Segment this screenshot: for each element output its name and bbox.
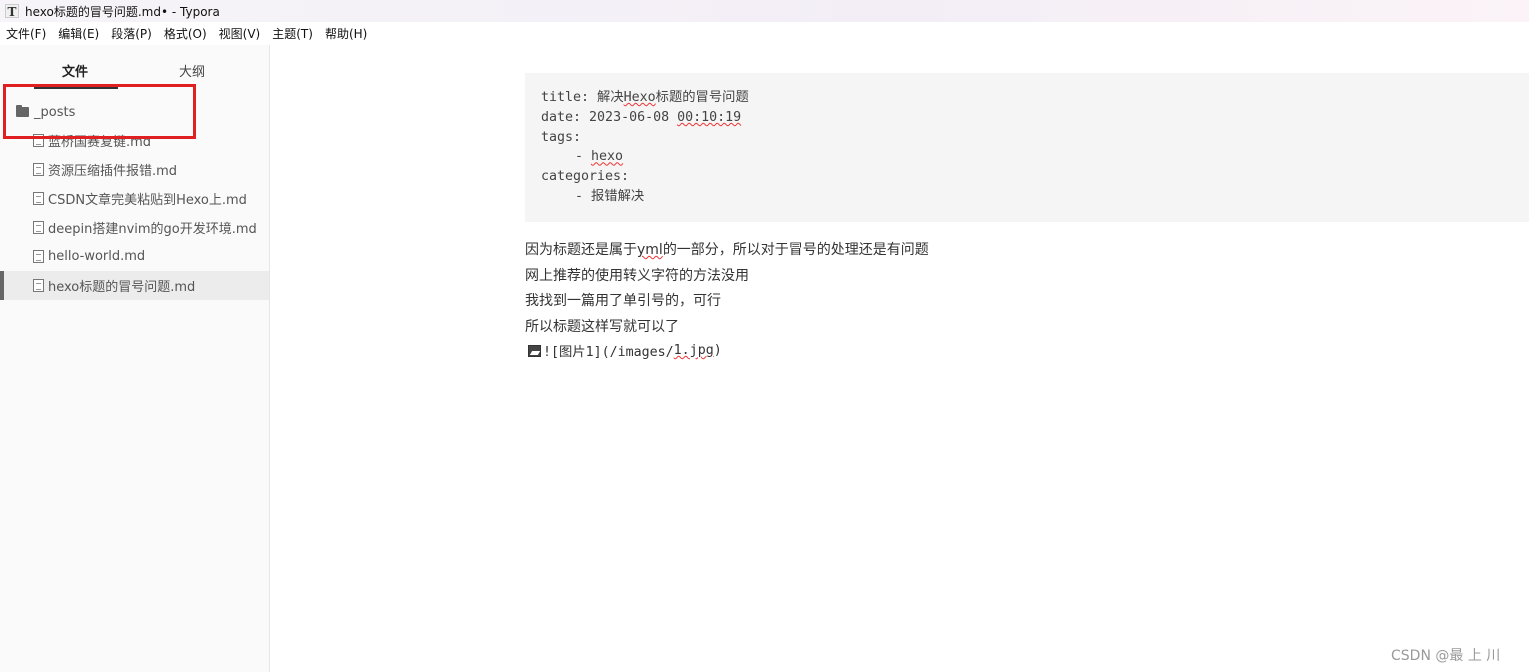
file-list: 蓝桥国赛复键.md 资源压缩插件报错.md CSDN文章完美粘贴到Hexo上.m… <box>0 126 269 300</box>
title-bar: T hexo标题的冒号问题.md• - Typora <box>0 0 1529 22</box>
file-label: deepin搭建nvim的go开发环境.md <box>48 222 257 237</box>
editor-body[interactable]: 因为标题还是属于yml的一部分，所以对于冒号的处理还是有问题 网上推荐的使用转义… <box>525 238 929 340</box>
p1-post: 的一部分，所以对于冒号的处理还是有问题 <box>662 242 929 258</box>
menu-bar: 文件(F) 编辑(E) 段落(P) 格式(O) 视图(V) 主题(T) 帮助(H… <box>0 22 1529 45</box>
fm-category-value: 报错解决 <box>591 188 645 204</box>
file-icon <box>33 163 44 176</box>
red-highlight-box <box>3 84 196 139</box>
tab-outline[interactable]: 大纲 <box>179 61 205 80</box>
file-icon <box>33 192 44 205</box>
paragraph-3: 我找到一篇用了单引号的，可行 <box>525 293 721 309</box>
fm-date-key: date: <box>541 109 590 125</box>
fm-category-item: - 报错解决 <box>541 187 1529 207</box>
fm-title-pre: 解决 <box>597 90 624 105</box>
fm-title-word: Hexo <box>623 90 656 105</box>
sidebar-tabs: 文件 大纲 <box>0 45 269 89</box>
image-md-file: 1.jpg <box>673 343 714 358</box>
file-label: hello-world.md <box>48 249 146 264</box>
fm-date-time: 00:10:19 <box>677 109 742 125</box>
file-item[interactable]: deepin搭建nvim的go开发环境.md <box>0 213 269 242</box>
csdn-watermark: CSDN @最 上 川 <box>1391 648 1501 664</box>
fm-tag-dash: - <box>575 149 592 165</box>
fm-date-line: date: 2023-06-08 00:10:19 <box>541 108 1529 128</box>
p1-word: yml <box>637 242 663 258</box>
menu-theme[interactable]: 主题(T) <box>272 25 313 42</box>
file-item-active[interactable]: hexo标题的冒号问题.md <box>0 271 269 300</box>
fm-tag-item: - hexo <box>541 147 1529 167</box>
fm-title-post: 标题的冒号问题 <box>655 90 749 105</box>
image-markdown-line[interactable]: ![图片1](/images/1.jpg) <box>528 341 722 360</box>
menu-paragraph[interactable]: 段落(P) <box>111 25 152 42</box>
file-icon <box>33 279 44 292</box>
menu-edit[interactable]: 编辑(E) <box>58 25 99 42</box>
window-title: hexo标题的冒号问题.md• - Typora <box>25 4 220 19</box>
paragraph-4: 所以标题这样写就可以了 <box>525 318 679 335</box>
fm-categories-line: categories: <box>541 169 630 185</box>
file-icon <box>33 221 44 234</box>
yaml-front-matter-block[interactable]: title: 解决Hexo标题的冒号问题 date: 2023-06-08 00… <box>525 73 1529 222</box>
menu-file[interactable]: 文件(F) <box>6 25 46 42</box>
fm-tags-line: tags: <box>541 129 582 145</box>
fm-title-key: title: <box>541 90 598 105</box>
menu-format[interactable]: 格式(O) <box>164 25 207 42</box>
image-md-pre: ![图片1](/images/ <box>543 345 674 360</box>
fm-category-dash: - <box>575 188 592 204</box>
p1-pre: 因为标题还是属于 <box>525 242 637 258</box>
file-item[interactable]: hello-world.md <box>0 242 269 271</box>
fm-tag-value: hexo <box>591 149 624 165</box>
fm-title-line: title: 解决Hexo标题的冒号问题 <box>541 88 1529 108</box>
file-item[interactable]: 资源压缩插件报错.md <box>0 155 269 184</box>
file-label: CSDN文章完美粘贴到Hexo上.md <box>48 193 247 208</box>
paragraph-2: 网上推荐的使用转义字符的方法没用 <box>525 267 749 284</box>
file-item[interactable]: CSDN文章完美粘贴到Hexo上.md <box>0 184 269 213</box>
file-icon <box>33 250 44 263</box>
file-label: hexo标题的冒号问题.md <box>48 280 196 295</box>
image-md-post: ) <box>713 343 722 358</box>
file-label: 资源压缩插件报错.md <box>48 164 178 179</box>
menu-help[interactable]: 帮助(H) <box>325 25 367 42</box>
menu-view[interactable]: 视图(V) <box>219 25 261 42</box>
typora-app-icon: T <box>5 4 19 19</box>
tab-files[interactable]: 文件 <box>62 61 88 80</box>
broken-image-icon <box>528 344 541 357</box>
paragraph-1: 因为标题还是属于yml的一部分，所以对于冒号的处理还是有问题 <box>525 238 929 264</box>
sidebar: 文件 大纲 _posts 蓝桥国赛复键.md 资源压缩插件报错.md CSDN文… <box>0 45 270 672</box>
fm-date-day: 2023-06-08 <box>589 109 678 125</box>
